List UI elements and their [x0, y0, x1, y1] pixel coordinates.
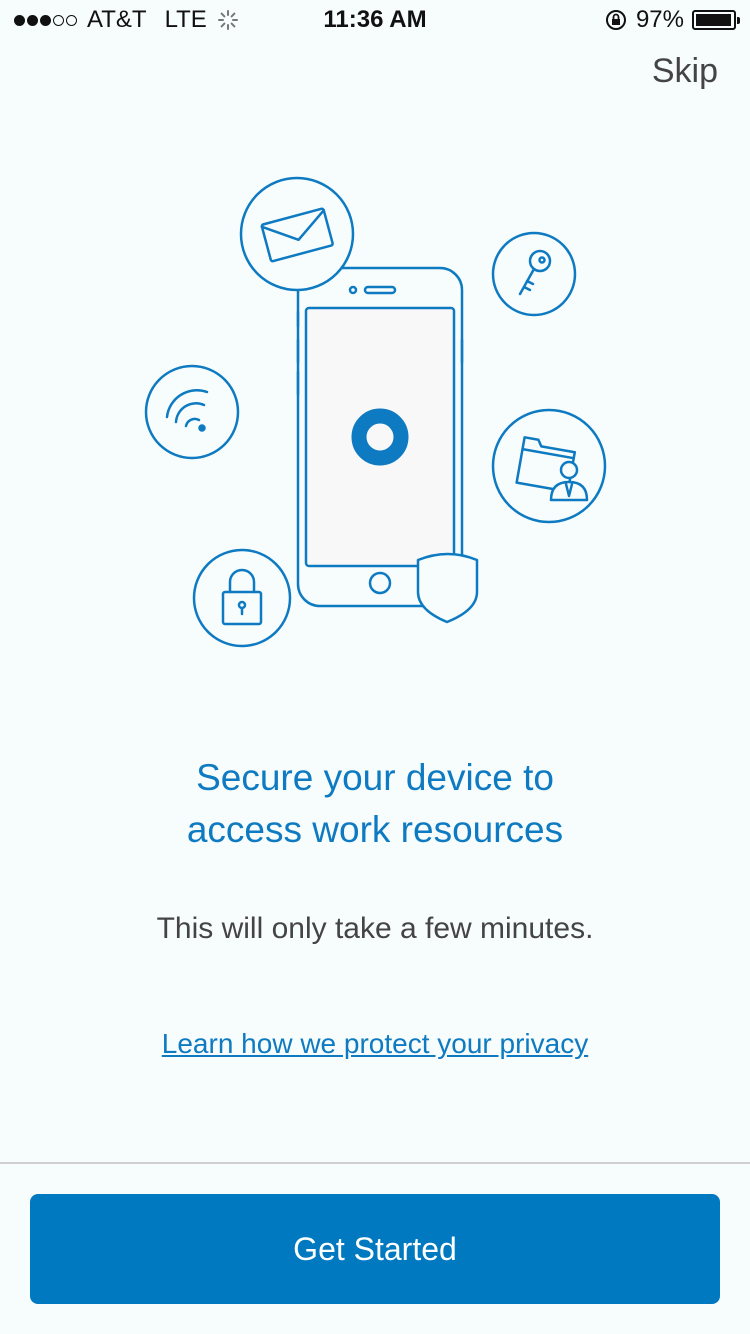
headline-line-2: access work resources — [186, 809, 564, 850]
get-started-button[interactable]: Get Started — [30, 1194, 720, 1304]
page-headline: Secure your device to access work resour… — [0, 752, 750, 856]
subtext: This will only take a few minutes. — [156, 912, 594, 945]
privacy-link[interactable]: Learn how we protect your privacy — [162, 1028, 588, 1059]
key-icon — [491, 231, 577, 317]
battery-icon — [692, 10, 740, 30]
status-bar: AT&T LTE 11:36 AM 97% — [0, 0, 750, 40]
wifi-icon — [144, 364, 240, 460]
lock-icon — [192, 548, 292, 648]
orientation-lock-icon — [605, 10, 626, 30]
mail-icon — [239, 176, 355, 292]
privacy-link-container: Learn how we protect your privacy — [0, 1028, 750, 1060]
battery-percent: 97% — [635, 6, 684, 33]
status-right: 97% — [604, 6, 740, 34]
headline-line-1: Secure your device to — [196, 757, 554, 798]
shield-icon — [416, 552, 479, 624]
skip-button[interactable]: Skip — [652, 52, 718, 91]
onboarding-illustration — [144, 176, 607, 648]
folder-user-icon — [491, 408, 607, 524]
footer-divider — [0, 1162, 750, 1164]
battery-fill — [696, 14, 731, 26]
